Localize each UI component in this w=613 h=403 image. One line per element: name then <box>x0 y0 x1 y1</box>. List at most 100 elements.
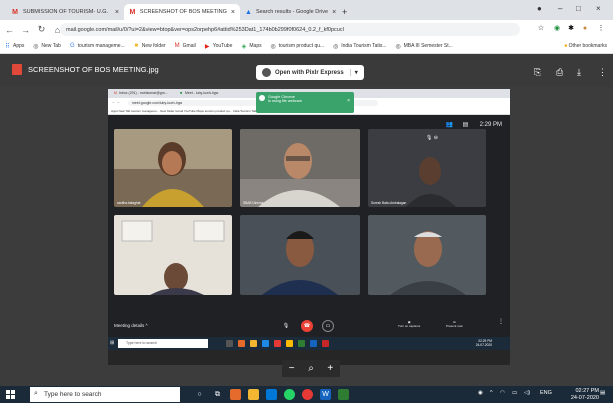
puzzle-icon[interactable]: ✱ <box>566 23 576 33</box>
zoom-search-icon[interactable]: ⌕ <box>308 363 314 374</box>
windows-taskbar: ⌕ Type here to search ○ ⧉ W ◉ ^ ◠ ▭ ◁) E… <box>0 386 613 403</box>
taskbar-date: 24-07-2020 <box>570 395 599 401</box>
forward-icon[interactable]: → <box>19 25 32 35</box>
app-icon[interactable] <box>230 389 241 400</box>
bookmark-tourism-product[interactable]: ◎ tourism product qu... <box>270 43 324 50</box>
other-bookmarks-label: Other bookmarks <box>568 43 607 49</box>
account-icon[interactable]: ● <box>537 4 542 13</box>
close-window-button[interactable]: × <box>596 4 601 13</box>
chevron-down-icon[interactable]: ▾ <box>349 69 358 76</box>
bookmark-tourism-management[interactable]: Gtourism manageme... <box>69 43 125 50</box>
taskbar-clock[interactable]: 02:27 PM 24-07-2020 <box>571 388 599 402</box>
meet-top-bar: 👥 ▤ 2:29 PM <box>446 121 502 129</box>
notifications-icon[interactable]: ▤ <box>600 390 605 396</box>
present-control: ⊞ Present now <box>446 320 463 328</box>
participant-tile <box>114 215 232 295</box>
windows-start-icon: ⊞ <box>110 340 115 346</box>
new-tab-button[interactable]: + <box>342 4 356 20</box>
participant-tile <box>240 215 360 295</box>
browser-tab-bar: M SUBMISSION OF TOURISM- U.G. × M SCREEN… <box>0 0 613 20</box>
taskbar-time: 02:27 PM <box>575 388 599 394</box>
participant-name: SBAB Director <box>243 201 264 205</box>
bookmark-india-tourism[interactable]: ◎ India Tourism Tatis... <box>332 43 387 50</box>
close-tab-icon[interactable]: × <box>111 9 119 16</box>
language-indicator[interactable]: ENG <box>540 390 552 396</box>
zoom-out-button[interactable]: − <box>289 363 295 374</box>
tab-label: SUBMISSION OF TOURISM- U.G. <box>23 9 109 15</box>
cortana-icon[interactable]: ○ <box>194 389 205 400</box>
whatsapp-icon[interactable] <box>284 389 295 400</box>
shot-taskbar-search: Type here to search <box>118 339 208 348</box>
address-toolbar: ← → ↻ ⌂ mail.google.com/mail/u/0/?ui=2&v… <box>0 20 613 39</box>
star-icon[interactable]: ☆ <box>536 23 546 33</box>
taskbar-search-box[interactable]: ⌕ Type here to search <box>30 387 180 402</box>
bookmark-new-tab[interactable]: ◎ New Tab <box>32 43 61 50</box>
chrome-menu-icon[interactable]: ⋮ <box>596 23 606 33</box>
excel-icon[interactable] <box>338 389 349 400</box>
bookmark-maps[interactable]: ◈ Maps <box>240 43 262 50</box>
bookmark-label: tourism manageme... <box>77 43 125 49</box>
edge-icon <box>262 340 269 347</box>
gmail-icon: M <box>114 91 117 95</box>
open-with-button[interactable]: Open with Pixlr Express ▾ <box>256 65 364 80</box>
opera-icon <box>274 340 281 347</box>
bookmark-youtube[interactable]: ▶ YouTube <box>204 43 233 50</box>
more-options-icon: ⋮ <box>498 319 504 325</box>
opera-icon[interactable] <box>302 389 313 400</box>
download-icon[interactable]: ⤓ <box>577 67 581 78</box>
battery-icon[interactable]: ▭ <box>512 390 517 396</box>
apps-grid-icon: ⠿ <box>5 43 10 50</box>
store-icon[interactable] <box>266 389 277 400</box>
chrome-icon <box>286 340 293 347</box>
bookmark-label: Maps <box>249 43 262 49</box>
back-icon[interactable]: ← <box>3 25 16 35</box>
word-icon[interactable]: W <box>320 389 331 400</box>
task-view-icon[interactable]: ⧉ <box>212 389 223 400</box>
close-tab-icon[interactable]: × <box>328 9 336 16</box>
word-icon <box>310 340 317 347</box>
reload-icon[interactable]: ↻ <box>35 24 48 35</box>
participant-video <box>114 215 232 295</box>
extension-icon[interactable]: ◉ <box>552 23 562 33</box>
volume-icon[interactable]: ◁) <box>524 390 530 396</box>
shot-clock: 02:29 PM 24-07-2020 <box>476 339 492 347</box>
shot-tab-label: Meet - iuby-iuwh-hgw <box>185 91 219 95</box>
network-icon[interactable]: ◠ <box>500 390 505 396</box>
bookmark-label: MBA III Semester St... <box>403 43 453 49</box>
bookmark-mba[interactable]: ◎ MBA III Semester St... <box>395 43 453 50</box>
more-options-icon[interactable]: ⋮ <box>598 67 607 78</box>
bookmark-label: YouTube <box>212 43 233 49</box>
close-tab-icon[interactable]: × <box>227 9 235 16</box>
shot-tab-label: Inbox (291) - mohkumar@gm... <box>119 91 168 95</box>
minimize-button[interactable]: – <box>558 4 562 13</box>
windows-start-icon[interactable] <box>6 390 15 399</box>
tray-chevron-icon[interactable]: ^ <box>490 390 493 396</box>
tab-drive-search[interactable]: ▲ Search results - Google Drive × <box>240 4 340 20</box>
file-explorer-icon[interactable] <box>248 389 259 400</box>
app-icon <box>298 340 305 347</box>
profile-avatar[interactable]: ● <box>580 23 590 33</box>
tab-screenshot[interactable]: M SCREENSHOT OF BOS MEETING × <box>124 4 240 20</box>
participant-name: savitha.bataghat <box>117 201 141 205</box>
chevron-up-icon: ^ <box>145 323 148 328</box>
add-to-drive-icon[interactable]: ⎘ <box>534 67 541 78</box>
bookmark-gmail[interactable]: M Gmail <box>174 43 196 50</box>
meet-clock: 2:29 PM <box>479 121 502 128</box>
bookmark-new-folder[interactable]: ■ New folder <box>133 43 165 50</box>
chrome-tray-icon[interactable]: ◉ <box>478 390 483 396</box>
app-icon <box>238 340 245 347</box>
participant-video <box>114 129 232 207</box>
participant-video <box>240 215 360 295</box>
chrome-icon <box>259 95 265 101</box>
folder-icon: ■ <box>134 43 139 49</box>
zoom-in-button[interactable]: + <box>327 363 333 374</box>
bookmark-apps[interactable]: ⠿ Apps <box>4 43 24 50</box>
mic-icon: 🎙 <box>282 323 290 329</box>
tab-label: Search results - Google Drive <box>255 9 329 15</box>
maximize-button[interactable]: □ <box>576 4 581 13</box>
tab-submission[interactable]: M SUBMISSION OF TOURISM- U.G. × <box>6 4 124 20</box>
chat-icon: ▤ <box>462 122 469 128</box>
print-icon[interactable]: ⎙ <box>556 67 563 78</box>
address-bar[interactable]: mail.google.com/mail/u/0/?ui=2&view=btop… <box>60 23 520 36</box>
other-bookmarks[interactable]: ■ Other bookmarks <box>564 43 607 49</box>
